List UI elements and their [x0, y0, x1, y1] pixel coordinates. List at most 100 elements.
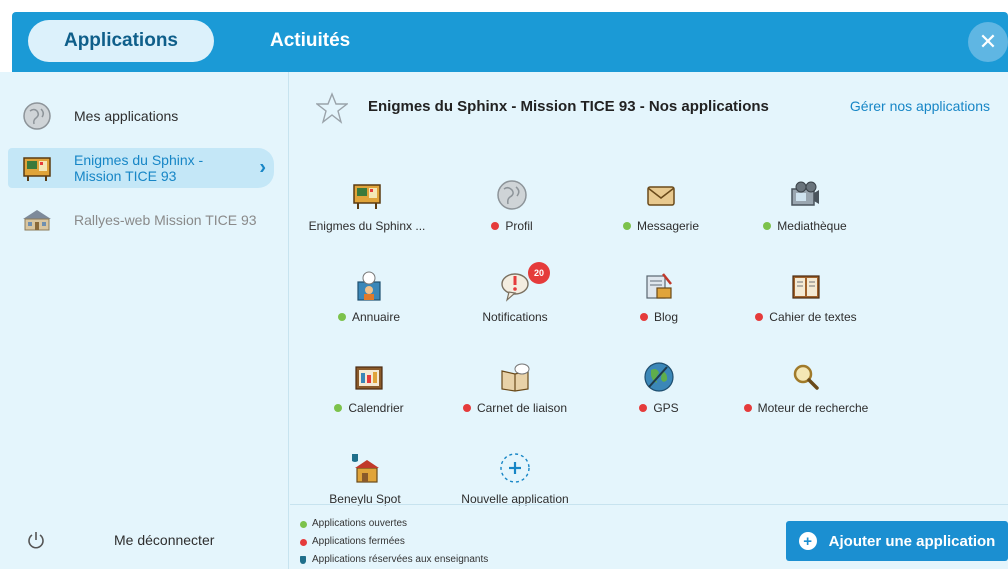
app-profil[interactable]: Profil: [437, 179, 587, 259]
app-label: Cahier de textes: [731, 310, 881, 324]
status-closed-dot: [639, 404, 648, 412]
app-label-text: Messagerie: [636, 219, 700, 233]
calendar-icon: [355, 366, 383, 390]
app-label: Calendrier: [294, 401, 444, 415]
notification-bubble-icon: [501, 273, 529, 302]
status-open-dot: [334, 404, 343, 412]
red-dot-icon: [300, 538, 307, 546]
classroom-board-icon: [20, 151, 54, 185]
app-calendrier[interactable]: Calendrier: [294, 361, 444, 441]
teacher-shield-icon: [300, 556, 306, 564]
app-label: Carnet de liaison: [440, 401, 590, 415]
app-window: Applications Actiuités ✕ Mes application…: [0, 0, 1008, 569]
sidebar-item-enigmes[interactable]: Enigmes du Sphinx - Mission TICE 93 ›: [8, 148, 274, 188]
app-label-text: Enigmes du Sphinx ...: [308, 219, 426, 233]
app-label-text: Notifications: [482, 310, 548, 324]
app-label: GPS: [584, 401, 734, 415]
status-open-dot: [763, 222, 772, 230]
sidebar-item-label: Rallyes-web Mission TICE 93: [74, 212, 257, 228]
app-cahier-textes[interactable]: Cahier de textes: [731, 270, 881, 350]
content-header: Enigmes du Sphinx - Mission TICE 93 - No…: [290, 86, 1008, 130]
status-open-dot: [337, 313, 346, 321]
app-moteur-recherche[interactable]: Moteur de recherche: [731, 361, 881, 441]
power-icon: [24, 528, 48, 552]
app-label: Mediathèque: [730, 219, 880, 233]
app-label: Blog: [584, 310, 734, 324]
textbook-icon: [792, 275, 820, 299]
envelope-icon: [647, 186, 675, 206]
close-icon: ✕: [978, 29, 998, 54]
page-title: Enigmes du Sphinx - Mission TICE 93 - No…: [368, 98, 769, 115]
app-label: Enigmes du Sphinx ...: [292, 219, 442, 233]
app-blog[interactable]: Blog: [584, 270, 734, 350]
sidebar-item-label: Mes applications: [74, 108, 179, 124]
sidebar-item-my-apps[interactable]: Mes applications: [8, 96, 274, 136]
applications-content: Enigmes du Sphinx - Mission TICE 93 - No…: [290, 72, 1008, 506]
sidebar: Mes applications Enigmes du Sphinx - Mis…: [0, 72, 289, 569]
add-app-icon: [500, 453, 530, 483]
app-label-text: Annuaire: [351, 310, 401, 324]
app-label-text: Cahier de textes: [769, 310, 857, 324]
app-label: Profil: [437, 219, 587, 233]
add-application-label: Ajouter une application: [828, 532, 996, 550]
status-closed-dot: [462, 404, 471, 412]
chevron-right-icon: ›: [259, 156, 266, 179]
add-application-button[interactable]: + Ajouter une application: [786, 521, 1008, 561]
main-panel: Mes applications Enigmes du Sphinx - Mis…: [0, 72, 1008, 569]
status-closed-dot: [491, 222, 500, 230]
close-button[interactable]: ✕: [968, 22, 1008, 62]
app-mediatheque[interactable]: Mediathèque: [730, 179, 880, 259]
notification-count-badge: 20: [528, 262, 550, 284]
globe-gps-icon: [644, 362, 674, 392]
app-label: Moteur de recherche: [731, 401, 881, 415]
app-label: Notifications: [440, 310, 590, 324]
status-closed-dot: [639, 313, 648, 321]
sidebar-item-label: Enigmes du Sphinx - Mission TICE 93: [74, 152, 204, 184]
directory-icon: [357, 271, 381, 301]
legend-label: Applications ouvertes: [312, 518, 408, 529]
liaison-book-icon: [501, 363, 530, 392]
tab-applications[interactable]: Applications: [28, 20, 214, 62]
app-label-text: Blog: [653, 310, 679, 324]
blog-icon: [646, 273, 672, 299]
app-label: Messagerie: [586, 219, 736, 233]
globe-avatar-icon: [497, 180, 527, 210]
app-label-text: Carnet de liaison: [476, 401, 568, 415]
app-carnet-liaison[interactable]: Carnet de liaison: [440, 361, 590, 441]
legend-item-open: Applications ouvertes: [300, 515, 488, 533]
app-label-text: Calendrier: [348, 401, 404, 415]
favorite-star-icon[interactable]: [316, 92, 348, 124]
app-label-text: Moteur de recherche: [757, 401, 869, 415]
sidebar-item-rallyes[interactable]: Rallyes-web Mission TICE 93: [8, 200, 274, 240]
status-legend: Applications ouvertes Applications fermé…: [300, 515, 488, 569]
app-label-text: Profil: [505, 219, 533, 233]
footer: Applications ouvertes Applications fermé…: [290, 504, 1008, 569]
legend-label: Applications fermées: [312, 536, 405, 547]
logout-label: Me déconnecter: [114, 532, 215, 548]
globe-avatar-icon: [20, 99, 54, 133]
green-dot-icon: [300, 520, 307, 528]
app-enigmes[interactable]: Enigmes du Sphinx ...: [292, 179, 442, 259]
app-messagerie[interactable]: Messagerie: [586, 179, 736, 259]
app-notifications[interactable]: 20 Notifications: [440, 262, 590, 350]
app-gps[interactable]: GPS: [584, 361, 734, 441]
media-projector-icon: [791, 181, 819, 206]
legend-item-teachers: Applications réservées aux enseignants: [300, 551, 488, 569]
top-bar: Applications Actiuités ✕: [12, 12, 1008, 72]
school-building-icon: [20, 203, 54, 237]
plus-circle-icon: +: [798, 532, 817, 550]
app-label-text: GPS: [653, 401, 679, 415]
status-open-dot: [622, 222, 631, 230]
logout-button[interactable]: Me déconnecter: [24, 528, 214, 552]
status-closed-dot: [743, 404, 752, 412]
app-annuaire[interactable]: Annuaire: [294, 270, 444, 350]
legend-label: Applications réservées aux enseignants: [312, 554, 489, 565]
manage-apps-link[interactable]: Gérer nos applications: [850, 98, 990, 114]
magnifier-icon: [793, 364, 819, 390]
tab-activities[interactable]: Actiuités: [270, 20, 350, 62]
legend-item-closed: Applications fermées: [300, 533, 488, 551]
app-label-text: Mediathèque: [777, 219, 847, 233]
app-label: Annuaire: [294, 310, 444, 324]
status-closed-dot: [755, 313, 764, 321]
classroom-board-icon: [353, 184, 381, 209]
